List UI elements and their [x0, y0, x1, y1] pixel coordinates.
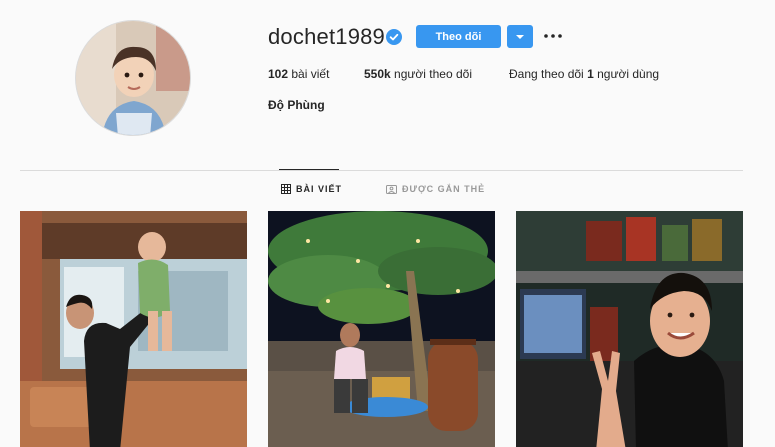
post-thumbnail-1[interactable]: [20, 211, 247, 447]
profile-avatar[interactable]: [75, 20, 191, 136]
full-name: Độ Phùng: [268, 98, 325, 112]
profile-stats: 102 bài viết 550k người theo dõi Đang th…: [268, 67, 659, 81]
child-portrait-avatar: [76, 21, 190, 135]
tabs-divider: [20, 170, 743, 171]
posts-stat: 102 bài viết: [268, 67, 364, 81]
follow-dropdown-button[interactable]: [507, 25, 533, 48]
tab-tagged[interactable]: ĐƯỢC GẮN THẺ: [386, 184, 485, 194]
posts-count: 102: [268, 67, 289, 81]
verified-badge-icon: [386, 29, 402, 45]
caret-down-icon: [516, 34, 524, 39]
username: dochet1989: [268, 24, 385, 49]
tab-tagged-label: ĐƯỢC GẮN THẺ: [402, 184, 486, 194]
more-options-button[interactable]: [543, 29, 563, 43]
followers-label: người theo dõi: [394, 67, 472, 81]
tag-icon: [386, 185, 397, 194]
followers-stat[interactable]: 550k người theo dõi: [364, 67, 509, 81]
active-tab-indicator: [279, 169, 339, 170]
photo-man-lifting-child-icon: [20, 211, 247, 447]
grid-icon: [281, 184, 291, 194]
followers-count: 550k: [364, 67, 391, 81]
post-thumbnail-2[interactable]: [268, 211, 495, 447]
follow-button[interactable]: Theo dõi: [416, 25, 501, 48]
photo-man-sitting-under-tree-night-icon: [268, 211, 495, 447]
photo-selfie-gaming-room-icon: [516, 211, 743, 447]
following-stat[interactable]: Đang theo dõi 1 người dùng: [509, 67, 659, 81]
tab-posts[interactable]: BÀI VIẾT: [281, 184, 342, 194]
following-count: 1: [587, 67, 594, 81]
post-thumbnail-3[interactable]: [516, 211, 743, 447]
following-label: người dùng: [597, 67, 660, 81]
posts-label: bài viết: [291, 67, 330, 81]
following-prefix: Đang theo dõi: [509, 67, 584, 81]
more-options-icon: [544, 34, 562, 38]
tab-posts-label: BÀI VIẾT: [296, 184, 343, 194]
